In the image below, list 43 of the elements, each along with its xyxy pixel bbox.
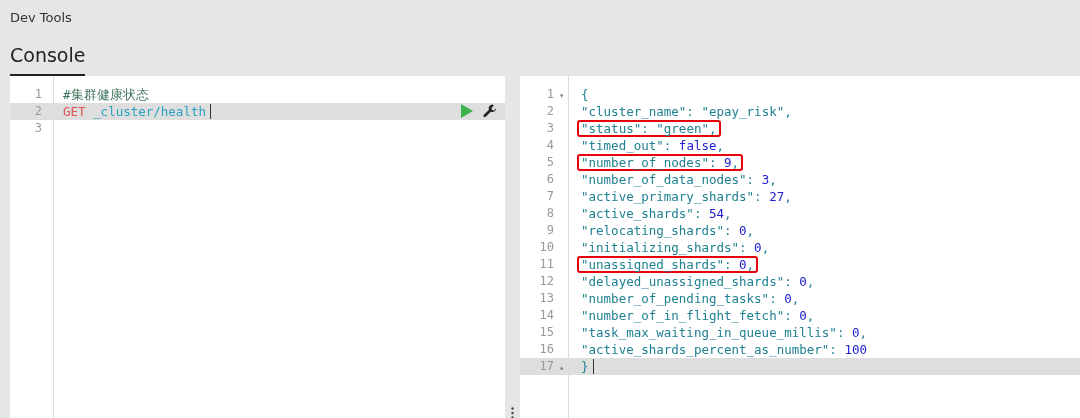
line-number: 6	[546, 171, 554, 186]
line-number: 15	[539, 324, 554, 339]
line-number: 3	[34, 120, 42, 135]
line-number: 1	[34, 86, 42, 101]
line-number: 16	[539, 341, 554, 356]
text-cursor	[592, 358, 594, 374]
code-line: "relocating_shards": 0,	[580, 221, 756, 239]
code-line: "active_shards": 54,	[580, 204, 733, 222]
line-number: 11	[539, 256, 554, 271]
line-number: 5	[546, 154, 554, 169]
line-number: 12	[539, 273, 554, 288]
line-number: 17	[539, 358, 554, 373]
code-line: "task_max_waiting_in_queue_millis": 0,	[580, 323, 868, 341]
wrench-icon[interactable]	[483, 104, 497, 118]
drag-handle-icon[interactable]	[511, 406, 514, 418]
code-line: "number_of_data_nodes": 3,	[580, 170, 778, 188]
code-line: }	[580, 357, 590, 375]
line-number: 13	[539, 290, 554, 305]
line-number: 2	[546, 103, 554, 118]
code-line: GET _cluster/health	[62, 102, 207, 120]
line-number: 4	[546, 137, 554, 152]
line-number: 7	[546, 188, 554, 203]
text-cursor	[209, 103, 211, 119]
code-line: {	[580, 85, 590, 103]
line-number: 8	[546, 205, 554, 220]
line-number: 9	[546, 222, 554, 237]
code-line: "active_primary_shards": 27,	[580, 187, 793, 205]
fold-toggle[interactable]: ▴	[556, 358, 564, 376]
code-line: "initializing_shards": 0,	[580, 238, 771, 256]
code-line: "number_of_in_flight_fetch": 0,	[580, 306, 816, 324]
line-number: 3	[546, 120, 554, 135]
line-number: 2	[34, 103, 42, 118]
code-line: "number_of_pending_tasks": 0,	[580, 289, 801, 307]
code-line: #集群健康状态	[62, 85, 150, 103]
line-number: 1	[546, 86, 554, 101]
line-number: 10	[539, 239, 554, 254]
code-line: "cluster_name": "epay_risk",	[580, 102, 793, 120]
app-title: Dev Tools	[10, 9, 72, 27]
line-number: 14	[539, 307, 554, 322]
code-line: "active_shards_percent_as_number": 100	[580, 340, 868, 358]
fold-toggle[interactable]: ▾	[556, 86, 564, 104]
code-line: "delayed_unassigned_shards": 0,	[580, 272, 816, 290]
code-line: "timed_out": false,	[580, 136, 726, 154]
